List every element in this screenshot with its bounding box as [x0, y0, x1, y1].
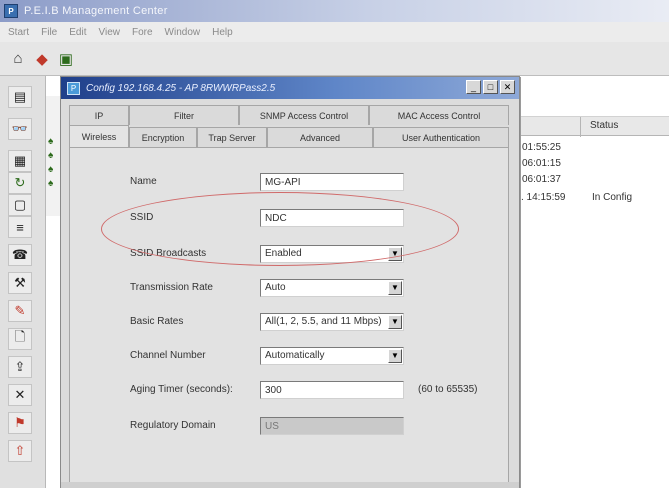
tab-wireless[interactable]: Wireless: [69, 125, 129, 147]
channel-number-select[interactable]: Automatically ▼: [260, 347, 404, 365]
chevron-down-icon[interactable]: ▼: [388, 247, 402, 261]
tools-icon[interactable]: ⚒: [8, 272, 32, 294]
app-icon: P: [4, 4, 18, 18]
chevron-down-icon[interactable]: ▼: [388, 349, 402, 363]
aging-timer-label: Aging Timer (seconds):: [130, 384, 233, 395]
ssid-label: SSID: [130, 212, 154, 223]
app-titlebar: P P.E.I.B Management Center: [0, 0, 669, 22]
network-icon[interactable]: ◆: [32, 48, 52, 70]
menu-window[interactable]: Window: [165, 27, 201, 38]
window-controls: _ □ ✕: [466, 80, 515, 94]
menu-view[interactable]: View: [98, 27, 120, 38]
minimize-icon[interactable]: _: [466, 80, 481, 94]
grid-cell-status: In Config: [592, 192, 633, 203]
ssid-broadcast-value: Enabled: [265, 248, 302, 259]
menu-file[interactable]: File: [41, 27, 57, 38]
document-icon[interactable]: 🗋: [8, 328, 32, 350]
left-toolbar: ▤ 👓 ▦ ↻ ▢ ≡ ☎ ⚒ ✎ 🗋 ⇪ ✕ ⚑ ⇧: [0, 76, 46, 488]
aging-timer-field[interactable]: [260, 381, 404, 399]
tab-filter[interactable]: Filter: [129, 105, 239, 125]
transmission-rate-label: Transmission Rate: [130, 282, 213, 293]
chevron-down-icon[interactable]: ▼: [388, 315, 402, 329]
telnet-icon[interactable]: ☎: [8, 244, 32, 266]
menu-start[interactable]: Start: [8, 27, 29, 38]
home-icon[interactable]: ⌂: [8, 48, 28, 70]
tab-trap-server[interactable]: Trap Server: [197, 127, 267, 147]
wireless-settings-panel: Name SSID SSID Broadcasts Enabled ▼ Tran…: [69, 147, 509, 483]
column-separator[interactable]: [580, 117, 581, 137]
tab-mac-access-control[interactable]: MAC Access Control: [369, 105, 509, 125]
basic-rates-value: All(1, 2, 5.5, and 11 Mbps): [265, 316, 382, 327]
tab-ip[interactable]: IP: [69, 105, 129, 125]
alarm-icon[interactable]: ⚑: [8, 412, 32, 434]
ssid-field[interactable]: [260, 209, 404, 227]
dialog-title: Config 192.168.4.25 - AP 8RWWRPass2.5: [86, 82, 276, 94]
channel-number-value: Automatically: [265, 350, 325, 361]
ssid-broadcast-label: SSID Broadcasts: [130, 248, 207, 259]
app-toolbar: ⌂ ◆ ▣: [0, 42, 669, 76]
dialog-bottom-edge: [61, 482, 519, 488]
tab-snmp-access-control[interactable]: SNMP Access Control: [239, 105, 369, 125]
export-icon[interactable]: ⇪: [8, 356, 32, 378]
app-title: P.E.I.B Management Center: [24, 5, 168, 17]
basic-rates-label: Basic Rates: [130, 316, 184, 327]
tree-node-icon[interactable]: ♠: [48, 136, 53, 147]
channel-number-label: Channel Number: [130, 350, 206, 361]
basic-rates-select[interactable]: All(1, 2, 5.5, and 11 Mbps) ▼: [260, 313, 404, 331]
device-icon[interactable]: ▣: [56, 48, 76, 70]
tab-encryption[interactable]: Encryption: [129, 127, 197, 147]
grid-icon[interactable]: ▦: [8, 150, 32, 172]
ssid-broadcast-select[interactable]: Enabled ▼: [260, 245, 404, 263]
delete-icon[interactable]: ✕: [8, 384, 32, 406]
grid-cell-time: 01:55:25: [522, 142, 561, 153]
refresh-icon[interactable]: ↻: [8, 172, 32, 194]
tree-node-icon[interactable]: ♠: [48, 150, 53, 161]
regulatory-domain-label: Regulatory Domain: [130, 420, 216, 431]
aging-timer-hint: (60 to 65535): [418, 384, 478, 395]
menu-edit[interactable]: Edit: [69, 27, 86, 38]
chevron-down-icon[interactable]: ▼: [388, 281, 402, 295]
dialog-titlebar[interactable]: P Config 192.168.4.25 - AP 8RWWRPass2.5 …: [61, 77, 519, 99]
blank-icon[interactable]: ▢: [8, 194, 32, 216]
status-column-header[interactable]: Status: [590, 120, 618, 131]
tree-node-icon[interactable]: ♠: [48, 164, 53, 175]
upload-icon[interactable]: ⇧: [8, 440, 32, 462]
dialog-icon: P: [67, 81, 80, 95]
transmission-rate-select[interactable]: Auto ▼: [260, 279, 404, 297]
name-label: Name: [130, 176, 157, 187]
name-field[interactable]: [260, 173, 404, 191]
maximize-icon[interactable]: □: [483, 80, 498, 94]
config-dialog: P Config 192.168.4.25 - AP 8RWWRPass2.5 …: [60, 76, 520, 488]
device-list-panel: Status 01:55:25 06:01:15 06:01:37 s. 14:…: [510, 76, 669, 488]
app-menubar: Start File Edit View Fore Window Help: [0, 22, 669, 42]
tree-node-icon[interactable]: ♠: [48, 178, 53, 189]
regulatory-domain-field: [260, 417, 404, 435]
grid-cell-time: s. 14:15:59: [516, 192, 566, 203]
menu-help[interactable]: Help: [212, 27, 233, 38]
transmission-rate-value: Auto: [265, 282, 286, 293]
config-icon[interactable]: ✎: [8, 300, 32, 322]
menu-fore[interactable]: Fore: [132, 27, 153, 38]
list-icon[interactable]: ▤: [8, 86, 32, 108]
properties-icon[interactable]: ≡: [8, 216, 32, 238]
tab-advanced[interactable]: Advanced: [267, 127, 373, 147]
binoculars-icon[interactable]: 👓: [8, 118, 32, 140]
device-tree: ♠ ♠ ♠ ♠: [46, 96, 60, 216]
tab-user-authentication[interactable]: User Authentication: [373, 127, 509, 147]
grid-cell-time: 06:01:15: [522, 158, 561, 169]
grid-header: Status: [510, 116, 669, 137]
grid-cell-time: 06:01:37: [522, 174, 561, 185]
close-icon[interactable]: ✕: [500, 80, 515, 94]
